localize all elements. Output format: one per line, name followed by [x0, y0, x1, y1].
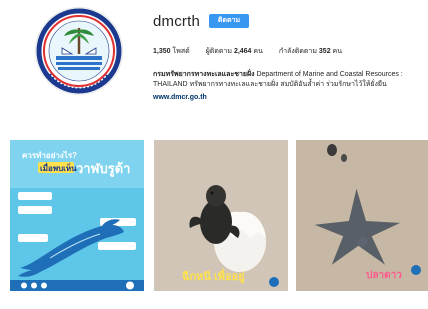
post-image-1: ควรทำอย่างไร? เมื่อพบเห็น วาฬบรูด้า: [10, 140, 144, 291]
followers-label: ผู้ติดตาม: [205, 48, 232, 55]
posts-label: โพสต์: [172, 48, 190, 55]
post-1-title-line1: ควรทำอย่างไร?: [22, 150, 77, 160]
post-starfish[interactable]: ปลาดาว: [296, 140, 428, 291]
post-1-title-line2: เมื่อพบเห็น: [40, 162, 77, 173]
avatar[interactable]: [36, 8, 122, 94]
followers-unit: คน: [253, 48, 263, 55]
following-label: กำลังติดตาม: [278, 48, 317, 55]
bio-description-th: ทรัพยากรทางทะเลและชายฝั่ง สมบัติอันล้ำค่…: [187, 80, 387, 88]
following-stat[interactable]: กำลังติดตาม 352 คน: [279, 46, 342, 57]
post-turtle-hatching[interactable]: ฉีกหนี เพื่ออยู่: [154, 140, 288, 291]
post-image-3: ปลาดาว: [296, 140, 428, 291]
profile-stats: 1,350 โพสต์ ผู้ติดตาม 2,464 คน กำลังติดต…: [153, 46, 342, 57]
post-2-caption: ฉีกหนี เพื่ออยู่: [182, 268, 245, 284]
post-3-caption: ปลาดาว: [366, 269, 402, 281]
post-1-title-line3: วาฬบรูด้า: [76, 161, 130, 177]
following-unit: คน: [332, 48, 343, 55]
post-image-2: ฉีกหนี เพื่ออยู่: [154, 140, 288, 291]
posts-stat[interactable]: 1,350 โพสต์: [153, 46, 190, 57]
follow-button[interactable]: ติดตาม: [209, 14, 249, 28]
profile-header: dmcrth ติดตาม 1,350 โพสต์ ผู้ติดตาม 2,46…: [0, 0, 428, 130]
profile-full-name: กรมทรัพยากรทางทะเลและชายฝั่ง: [153, 71, 255, 78]
username: dmcrth: [153, 13, 201, 30]
followers-count: 2,464: [233, 48, 252, 55]
profile-bio: กรมทรัพยากรทางทะเลและชายฝั่ง Department …: [153, 70, 418, 103]
following-count: 352: [318, 48, 331, 55]
post-whale-infographic[interactable]: ควรทำอย่างไร? เมื่อพบเห็น วาฬบรูด้า: [10, 140, 144, 291]
dmcr-logo-icon: [36, 8, 122, 94]
website-link[interactable]: www.dmcr.go.th: [153, 93, 418, 103]
posts-count: 1,350: [153, 48, 171, 55]
posts-grid: ควรทำอย่างไร? เมื่อพบเห็น วาฬบรูด้า ฉีกห…: [0, 132, 428, 309]
followers-stat[interactable]: ผู้ติดตาม 2,464 คน: [206, 46, 263, 57]
